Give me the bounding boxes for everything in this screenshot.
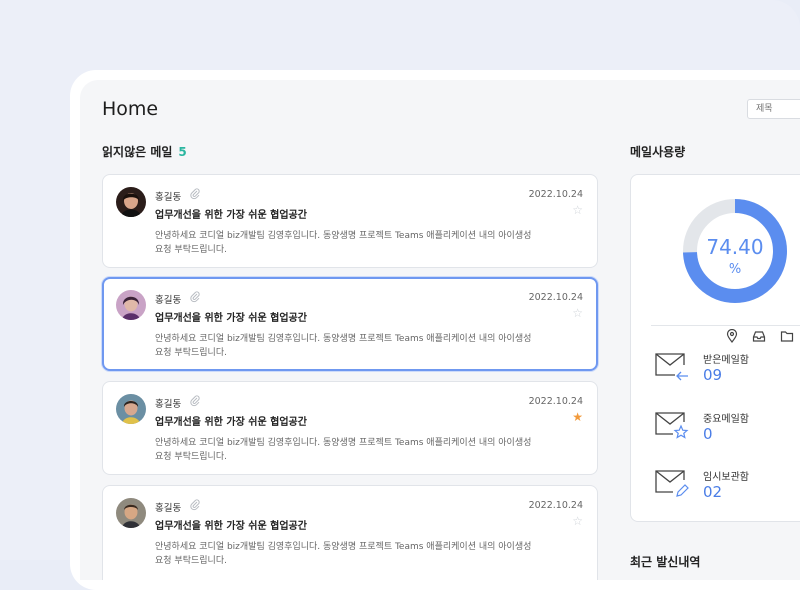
star-icon[interactable]: ☆ <box>572 307 583 319</box>
avatar <box>116 290 146 320</box>
mail-preview: 안녕하세요 코디얼 biz개발팀 김영후입니다. 동양생명 프로젝트 Teams… <box>155 334 532 358</box>
mail-sender: 홍길동 <box>155 295 182 306</box>
recent-sent-heading: 최근 발신내역 <box>630 555 701 569</box>
mail-preview: 안녕하세요 코디얼 biz개발팀 김영후입니다. 동양생명 프로젝트 Teams… <box>155 231 532 255</box>
mail-card-selected[interactable]: 홍길동 업무개선을 위한 가장 쉬운 협업공간 안녕하세요 코디얼 biz개발팀… <box>102 277 598 371</box>
important-star-icon[interactable] <box>653 410 689 440</box>
inbox-label[interactable]: 받은메일함 <box>703 351 749 366</box>
page-title: Home <box>102 98 159 120</box>
inbox-tray-icon[interactable] <box>752 329 766 343</box>
mail-sender: 홍길동 <box>155 399 182 410</box>
usage-percent: 74.40 <box>706 235 764 259</box>
inbox-count: 09 <box>703 366 723 384</box>
important-count: 0 <box>703 425 713 443</box>
mail-card[interactable]: 홍길동 업무개선을 위한 가장 쉬운 협업공간 안녕하세요 코디얼 biz개발팀… <box>102 485 598 580</box>
mail-preview: 안녕하세요 코디얼 biz개발팀 김영후입니다. 동양생명 프로젝트 Teams… <box>155 438 532 462</box>
mail-subject: 업무개선을 위한 가장 쉬운 협업공간 <box>155 313 307 324</box>
mail-date: 2022.10.24 <box>528 500 583 511</box>
mail-sender: 홍길동 <box>155 192 182 203</box>
inbox-arrow-icon[interactable] <box>653 351 689 381</box>
mail-date: 2022.10.24 <box>528 292 583 303</box>
mail-card[interactable]: 홍길동 업무개선을 위한 가장 쉬운 협업공간 안녕하세요 코디얼 biz개발팀… <box>102 381 598 475</box>
unread-mail-heading: 읽지않은 메일 5 <box>102 143 187 160</box>
app-screen: Home 읽지않은 메일 5 홍길동 업무개선을 위한 가장 쉬운 협업공간 안녕… <box>80 80 800 580</box>
unread-mail-label: 읽지않은 메일 <box>102 145 173 159</box>
search-input[interactable] <box>747 99 800 119</box>
draft-pencil-icon[interactable] <box>653 468 689 498</box>
star-filled-icon[interactable]: ★ <box>572 411 583 423</box>
attachment-icon <box>190 188 200 200</box>
unread-count: 5 <box>178 145 187 159</box>
star-icon[interactable]: ☆ <box>572 515 583 527</box>
avatar <box>116 394 146 424</box>
star-icon[interactable]: ☆ <box>572 204 583 216</box>
mail-usage-panel: 74.40 % 받은메일함 09 중요메일함 0 임시보관함 02 <box>630 174 800 522</box>
mail-preview: 안녕하세요 코디얼 biz개발팀 김영후입니다. 동양생명 프로젝트 Teams… <box>155 542 532 566</box>
important-label[interactable]: 중요메일함 <box>703 410 749 425</box>
attachment-icon <box>190 291 200 303</box>
mail-date: 2022.10.24 <box>528 396 583 407</box>
attachment-icon <box>190 395 200 407</box>
location-icon[interactable] <box>725 329 739 343</box>
mail-card[interactable]: 홍길동 업무개선을 위한 가장 쉬운 협업공간 안녕하세요 코디얼 biz개발팀… <box>102 174 598 268</box>
folder-icon[interactable] <box>780 329 794 343</box>
mail-usage-heading: 메일사용량 <box>630 145 686 159</box>
attachment-icon <box>190 499 200 511</box>
mail-subject: 업무개선을 위한 가장 쉬운 협업공간 <box>155 210 307 221</box>
divider <box>651 325 800 326</box>
mail-subject: 업무개선을 위한 가장 쉬운 협업공간 <box>155 417 307 428</box>
drafts-label[interactable]: 임시보관함 <box>703 468 749 483</box>
mail-subject: 업무개선을 위한 가장 쉬운 협업공간 <box>155 521 307 532</box>
avatar <box>116 187 146 217</box>
mail-sender: 홍길동 <box>155 503 182 514</box>
mail-date: 2022.10.24 <box>528 189 583 200</box>
avatar <box>116 498 146 528</box>
drafts-count: 02 <box>703 483 723 501</box>
usage-unit: % <box>728 262 742 277</box>
